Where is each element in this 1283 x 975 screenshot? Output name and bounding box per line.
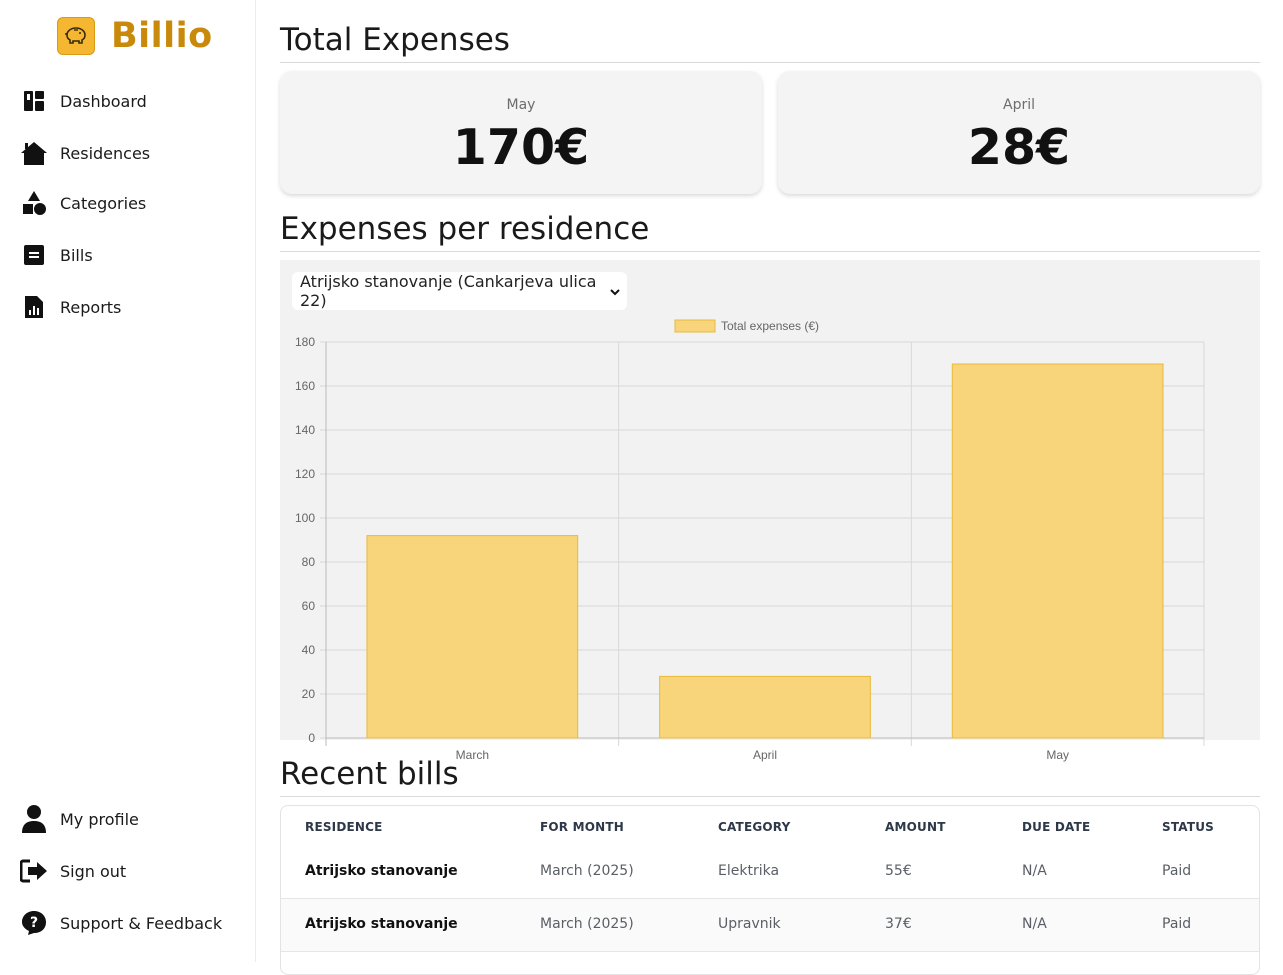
sidebar-item-bills[interactable]: Bills (20, 239, 93, 271)
legend-swatch (674, 319, 716, 333)
cell-residence: Atrijsko stanovanje (305, 863, 458, 879)
piggy-bank-icon (57, 17, 95, 55)
recent-bills-table: RESIDENCE FOR MONTH CATEGORY AMOUNT DUE … (280, 805, 1260, 975)
user-icon (20, 805, 48, 833)
table-row[interactable]: Atrijsko stanovanje March (2025) Elektri… (281, 846, 1259, 898)
cell-due-date: N/A (1022, 863, 1047, 879)
brand[interactable]: Billio (57, 16, 213, 56)
cell-for-month: March (2025) (540, 863, 634, 879)
stat-month: May (506, 97, 536, 113)
sidebar-item-label: Dashboard (60, 91, 147, 111)
cell-status: Paid (1162, 916, 1192, 932)
sidebar-item-sign-out[interactable]: Sign out (20, 855, 126, 887)
expenses-bar-chart: 020406080100120140160180March April MayTot… (295, 319, 1205, 762)
stat-card-previous-month: April 28€ (778, 71, 1260, 194)
brand-name: Billio (111, 16, 213, 56)
sidebar-item-reports[interactable]: Reports (20, 291, 121, 323)
y-tick-label: 40 (302, 643, 316, 657)
total-expenses-title: Total Expenses (280, 20, 1260, 63)
y-tick-label: 120 (295, 467, 315, 481)
sidebar-item-label: Support & Feedback (60, 913, 223, 933)
row-divider (281, 951, 1259, 952)
bar (659, 675, 871, 739)
dashboard-icon (20, 87, 48, 115)
house-icon (20, 139, 48, 167)
recent-bills-title: Recent bills (280, 754, 1260, 797)
shapes-icon (20, 189, 48, 217)
y-tick-label: 20 (302, 687, 316, 701)
chart-panel: Atrijsko stanovanje (Cankarjeva ulica 22… (280, 260, 1260, 762)
column-header[interactable]: CATEGORY (718, 820, 790, 834)
y-tick-label: 180 (295, 335, 315, 349)
cell-residence: Atrijsko stanovanje (305, 916, 458, 932)
cell-status: Paid (1162, 863, 1192, 879)
column-header[interactable]: FOR MONTH (540, 820, 624, 834)
cell-category: Upravnik (718, 916, 781, 932)
sidebar-item-categories[interactable]: Categories (20, 187, 146, 219)
stat-card-current-month: May 170€ (280, 71, 762, 194)
sidebar-item-label: Bills (60, 245, 93, 265)
y-tick-label: 80 (302, 555, 316, 569)
y-tick-label: 140 (295, 423, 315, 437)
bar (366, 535, 579, 739)
sidebar-item-dashboard[interactable]: Dashboard (20, 85, 147, 117)
stat-value: 170€ (452, 119, 590, 176)
cell-amount: 55€ (885, 863, 912, 879)
sidebar-item-label: Reports (60, 297, 122, 317)
sidebar-item-label: Residences (60, 143, 151, 163)
sidebar-item-my-profile[interactable]: My profile (20, 803, 139, 835)
help-icon: ? (20, 909, 48, 937)
sidebar-item-label: Categories (60, 193, 147, 213)
report-icon (20, 293, 48, 321)
expenses-per-residence-title: Expenses per residence (280, 209, 1260, 252)
y-tick-label: 160 (295, 379, 315, 393)
bar (951, 363, 1164, 739)
column-header[interactable]: AMOUNT (885, 820, 946, 834)
sidebar-item-label: Sign out (60, 861, 127, 881)
bill-icon (20, 241, 48, 269)
y-tick-label: 60 (302, 599, 316, 613)
stat-value: 28€ (967, 119, 1071, 176)
cell-category: Elektrika (718, 863, 780, 879)
stat-month: April (1003, 97, 1035, 113)
table-row[interactable]: Atrijsko stanovanje March (2025) Upravni… (281, 899, 1259, 951)
sidebar-item-residences[interactable]: Residences (20, 137, 150, 169)
sidebar-item-support[interactable]: ? Support & Feedback (20, 907, 222, 939)
column-header[interactable]: RESIDENCE (305, 820, 383, 834)
column-header[interactable]: DUE DATE (1022, 820, 1090, 834)
cell-due-date: N/A (1022, 916, 1047, 932)
sign-out-icon (20, 857, 48, 885)
svg-text:?: ? (30, 915, 38, 931)
y-tick-label: 100 (295, 511, 315, 525)
cell-amount: 37€ (885, 916, 912, 932)
sidebar-item-label: My profile (60, 809, 139, 829)
cell-for-month: March (2025) (540, 916, 634, 932)
legend-label: Total expenses (€) (721, 319, 819, 333)
y-tick-label: 0 (308, 731, 315, 745)
sidebar: Billio Dashboard Residences Categories B… (0, 0, 256, 962)
column-header[interactable]: STATUS (1162, 820, 1214, 834)
